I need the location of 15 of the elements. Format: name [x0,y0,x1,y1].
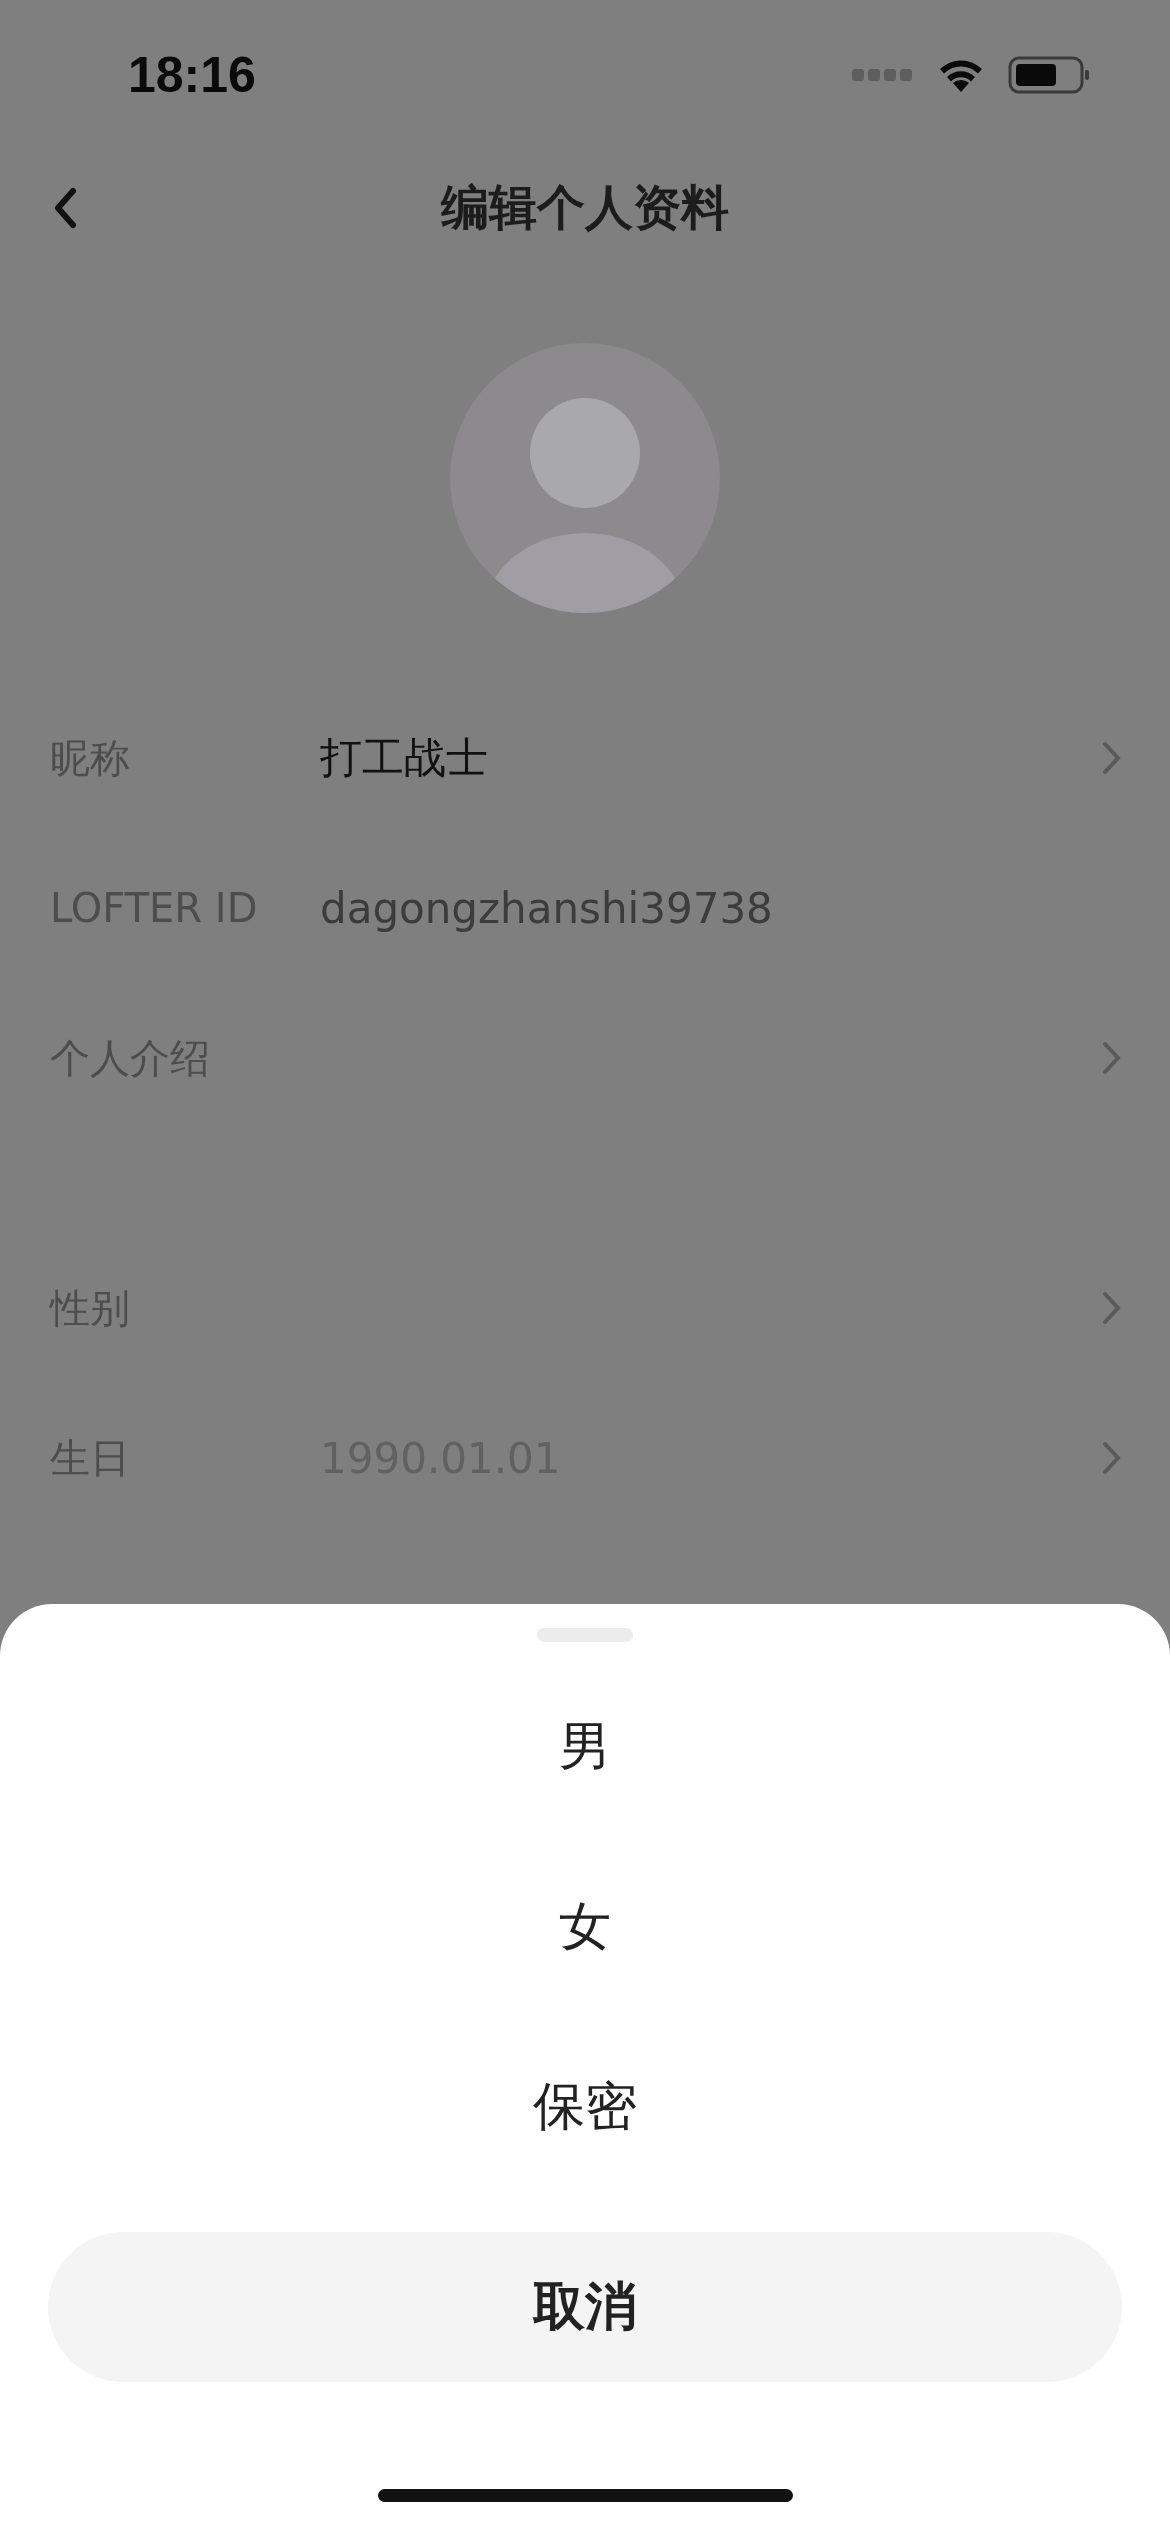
field-value: dagongzhanshi39738 [320,883,774,933]
gender-option[interactable]: 保密 [0,2017,1170,2197]
chevron-icon [1102,741,1122,775]
signal-icon [852,68,914,82]
gender-option[interactable]: 女 [0,1837,1170,2017]
gender-option[interactable]: 男 [0,1657,1170,1837]
chevron-icon [1102,1441,1122,1475]
chevron-icon [1102,1291,1122,1325]
battery-icon [1008,56,1090,94]
back-icon [53,187,77,229]
status-time: 18:16 [128,46,256,104]
page-title: 编辑个人资料 [441,177,729,237]
chevron-icon [1102,1041,1122,1075]
field-value: 打工战士 [320,732,489,784]
cancel-button[interactable]: 取消 [48,2232,1122,2382]
